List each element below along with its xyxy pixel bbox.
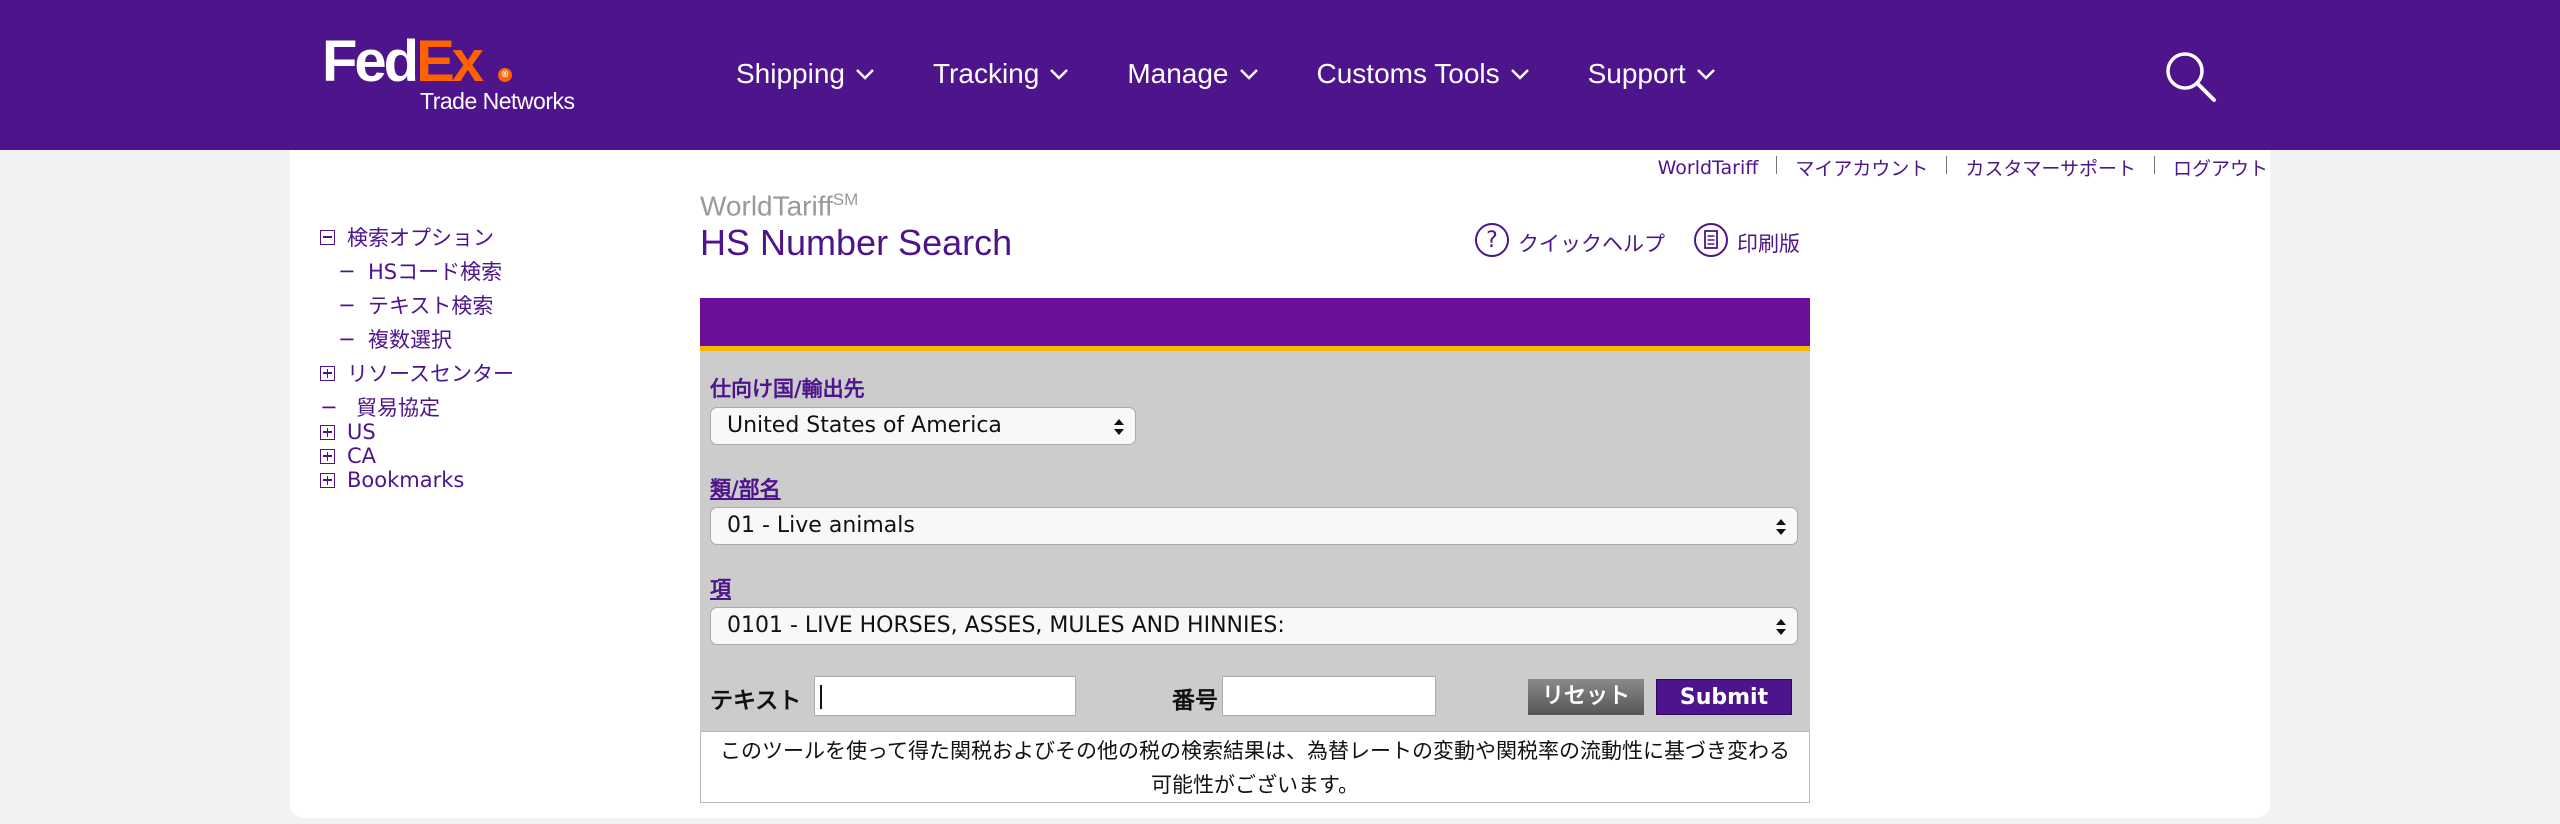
question-circle-icon: ? — [1475, 223, 1509, 257]
number-input[interactable] — [1222, 676, 1436, 716]
util-link-logout[interactable]: ログアウト — [2173, 154, 2268, 181]
content-panel: WorldTariff マイアカウント カスタマーサポート ログアウト 検索オプ… — [290, 150, 2270, 818]
page-title: HS Number Search — [700, 222, 1013, 263]
sidebar-item-search-options[interactable]: 検索オプション — [320, 222, 494, 252]
destination-label: 仕向け国/輸出先 — [710, 377, 865, 401]
util-link-worldtariff[interactable]: WorldTariff — [1658, 157, 1759, 179]
divider — [1946, 156, 1948, 174]
sidebar-item-hs-code-search[interactable]: − HSコード検索 — [338, 256, 502, 286]
plus-box-icon[interactable] — [320, 448, 335, 464]
number-label: 番号 — [1172, 688, 1218, 714]
nav-customs-tools[interactable]: Customs Tools — [1317, 58, 1530, 90]
dash-icon: − — [338, 259, 356, 283]
quick-help-link[interactable]: ? クイックヘルプ — [1474, 222, 1665, 258]
utility-links: WorldTariff マイアカウント カスタマーサポート ログアウト — [1658, 154, 2268, 181]
chevron-down-icon — [1239, 69, 1258, 80]
dash-icon: − — [320, 395, 338, 419]
util-link-customer-support[interactable]: カスタマーサポート — [1965, 154, 2136, 181]
fedex-trade-networks-logo[interactable]: FedEx ® Trade Networks — [322, 30, 582, 120]
reset-button[interactable]: リセット — [1528, 679, 1644, 715]
dash-icon: − — [338, 293, 356, 317]
sidebar-item-ca[interactable]: CA — [320, 444, 376, 468]
heading-label-link[interactable]: 項 — [710, 573, 731, 603]
util-link-my-account[interactable]: マイアカウント — [1795, 154, 1928, 181]
divider — [2153, 156, 2155, 174]
search-icon[interactable] — [2162, 48, 2218, 104]
svg-text:?: ? — [1486, 228, 1498, 253]
divider — [1776, 156, 1778, 174]
select-arrows-icon — [1776, 519, 1786, 535]
nav-tracking[interactable]: Tracking — [933, 58, 1069, 90]
form-header-bar — [700, 298, 1810, 351]
dash-icon: − — [338, 327, 356, 351]
sidebar-item-us[interactable]: US — [320, 420, 376, 444]
sidebar-item-multi-select[interactable]: − 複数選択 — [338, 324, 452, 354]
nav-shipping[interactable]: Shipping — [736, 58, 875, 90]
text-cursor — [820, 685, 822, 709]
top-navigation-bar: FedEx ® Trade Networks Shipping Tracking… — [0, 0, 2560, 150]
print-version-link[interactable]: 印刷版 — [1693, 222, 1800, 258]
chevron-down-icon — [856, 69, 874, 80]
help-links: ? クイックヘルプ 印刷版 — [1474, 222, 1800, 258]
text-input[interactable] — [814, 676, 1076, 716]
logo-subtitle: Trade Networks — [420, 88, 575, 114]
sidebar-item-text-search[interactable]: − テキスト検索 — [338, 290, 493, 320]
plus-box-icon[interactable] — [320, 424, 335, 440]
select-arrows-icon — [1776, 619, 1786, 635]
plus-box-icon[interactable] — [320, 365, 335, 381]
nav-support[interactable]: Support — [1588, 58, 1716, 90]
main-nav: Shipping Tracking Manage Customs Tools S… — [736, 58, 1774, 90]
chevron-down-icon — [1696, 69, 1715, 80]
chapter-select[interactable]: 01 - Live animals — [710, 507, 1798, 545]
heading-select[interactable]: 0101 - LIVE HORSES, ASSES, MULES AND HIN… — [710, 607, 1798, 645]
logo-registered-mark: ® — [498, 68, 512, 82]
nav-manage[interactable]: Manage — [1127, 58, 1258, 90]
print-document-icon — [1694, 223, 1728, 257]
sidebar-item-resource-center[interactable]: リソースセンター — [320, 358, 514, 388]
form-body: 仕向け国/輸出先 United States of America 類/部名 0… — [700, 351, 1810, 731]
submit-button[interactable]: Submit — [1656, 679, 1792, 715]
plus-box-icon[interactable] — [320, 472, 335, 488]
chevron-down-icon — [1050, 69, 1069, 80]
sidebar-item-bookmarks[interactable]: Bookmarks — [320, 468, 464, 492]
chapter-label-link[interactable]: 類/部名 — [710, 473, 781, 503]
hs-search-form: 仕向け国/輸出先 United States of America 類/部名 0… — [700, 298, 1810, 806]
disclaimer-text: このツールを使って得た関税およびその他の税の検索結果は、為替レートの変動や関税率… — [700, 731, 1810, 803]
logo-wordmark: FedEx — [322, 29, 484, 94]
sidebar-item-trade-agreements[interactable]: − 貿易協定 — [320, 392, 440, 422]
select-arrows-icon — [1114, 419, 1124, 435]
chevron-down-icon — [1510, 69, 1529, 80]
minus-box-icon[interactable] — [320, 229, 335, 245]
text-label: テキスト — [710, 688, 802, 714]
destination-select[interactable]: United States of America — [710, 407, 1136, 445]
worldtariff-brand: WorldTariffSM — [700, 190, 859, 222]
